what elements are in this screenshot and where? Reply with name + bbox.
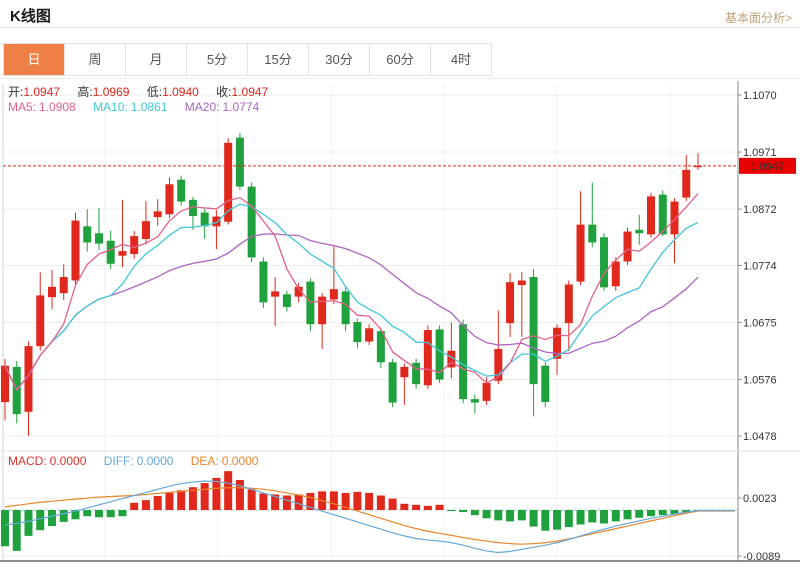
macd-legend: MACD: 0.0000 DIFF: 0.0000 DEA: 0.0000 <box>8 454 272 468</box>
tabs-divider <box>0 78 800 79</box>
svg-text:1.0971: 1.0971 <box>743 147 777 159</box>
macd-value: 0.0000 <box>49 454 87 468</box>
svg-text:1.0947: 1.0947 <box>750 161 784 173</box>
open-label: 开: <box>8 85 24 99</box>
gridlines <box>3 84 738 561</box>
close-value: 1.0947 <box>231 85 269 99</box>
svg-text:1.1070: 1.1070 <box>743 90 777 102</box>
fundamental-analysis-link[interactable]: 基本面分析> <box>725 9 792 26</box>
page-title: K线图 <box>10 8 51 25</box>
header-divider <box>0 27 800 28</box>
tab-60min[interactable]: 60分 <box>370 44 431 75</box>
ma5-label: MA5: <box>8 100 37 114</box>
period-tabs: 日 周 月 5分 15分 30分 60分 4时 <box>3 43 492 76</box>
candlestick-series <box>1 133 702 436</box>
diff-value: 0.0000 <box>136 454 174 468</box>
svg-text:0.0023: 0.0023 <box>743 493 777 505</box>
price-tag: 1.0947 <box>739 157 796 174</box>
svg-text:1.0774: 1.0774 <box>743 261 777 273</box>
macd-label: MACD: <box>8 454 47 468</box>
low-label: 低: <box>146 85 163 99</box>
kline-chart-canvas[interactable]: 1.0947 1.1070 1.0971 1.0872 1.0774 1.0675 1.05… <box>0 80 800 569</box>
svg-text:1.0872: 1.0872 <box>743 204 777 216</box>
ma-legend: MA5: 1.0908 MA10: 1.0861 MA20: 1.0774 <box>8 100 273 114</box>
axes <box>0 81 800 562</box>
dea-value: 0.0000 <box>221 454 259 468</box>
tab-week[interactable]: 周 <box>65 44 126 75</box>
diff-label: DIFF: <box>103 454 134 468</box>
ma5-line <box>4 193 699 392</box>
ma20-value: 1.0774 <box>222 100 260 114</box>
tab-month[interactable]: 月 <box>126 44 187 75</box>
ohlc-legend: 开:1.0947 高:1.0969 低:1.0940 收:1.0947 <box>8 83 282 100</box>
low-value: 1.0940 <box>162 85 199 99</box>
high-label: 高: <box>77 85 93 99</box>
svg-text:1.0576: 1.0576 <box>743 375 777 387</box>
ma10-label: MA10: <box>93 100 128 114</box>
ma5-value: 1.0908 <box>39 100 76 114</box>
svg-text:-0.0089: -0.0089 <box>743 551 780 563</box>
tab-15min[interactable]: 15分 <box>248 44 309 75</box>
tab-5min[interactable]: 5分 <box>187 44 248 75</box>
tab-30min[interactable]: 30分 <box>309 44 370 75</box>
ma10-value: 1.0861 <box>130 100 168 114</box>
tab-4hour[interactable]: 4时 <box>431 44 491 75</box>
high-value: 1.0969 <box>92 85 130 99</box>
open-value: 1.0947 <box>23 85 61 99</box>
tab-day[interactable]: 日 <box>4 44 65 75</box>
ma20-label: MA20: <box>184 100 220 114</box>
close-label: 收: <box>216 85 232 99</box>
svg-text:1.0478: 1.0478 <box>743 431 777 443</box>
macd-histogram <box>1 471 702 551</box>
svg-text:1.0675: 1.0675 <box>743 318 777 330</box>
dea-label: DEA: <box>190 454 219 468</box>
